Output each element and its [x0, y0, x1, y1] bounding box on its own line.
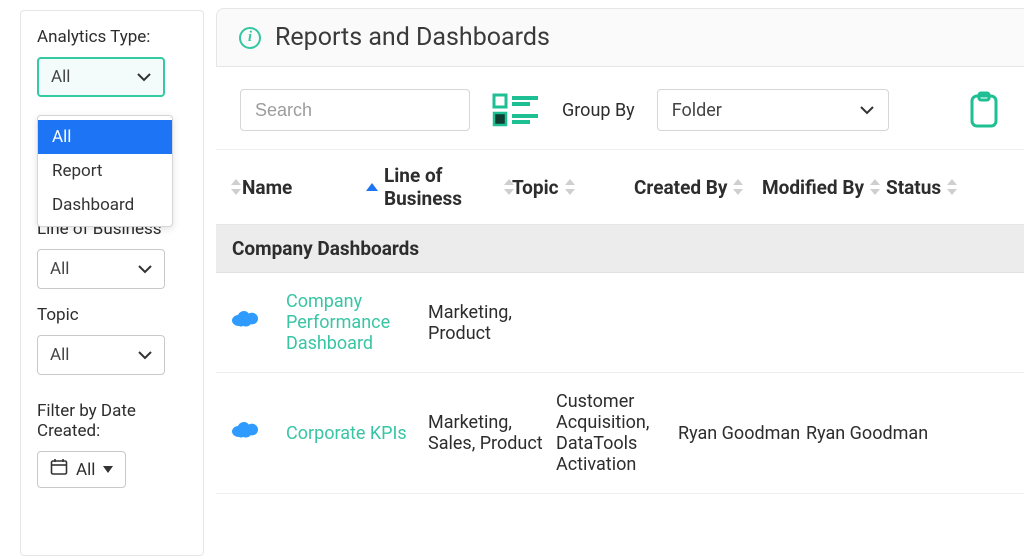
lob-value: All — [50, 259, 69, 279]
col-name[interactable]: Name — [242, 176, 384, 199]
salesforce-cloud-icon — [230, 420, 260, 442]
row-lob: Marketing, Sales, Product — [428, 412, 556, 454]
sort-icon — [565, 179, 575, 195]
dropdown-option-report[interactable]: Report — [38, 154, 172, 188]
sort-icon — [947, 179, 957, 195]
groupby-value: Folder — [672, 100, 722, 121]
calendar-icon — [50, 458, 68, 481]
groupby-select[interactable]: Folder — [657, 89, 889, 131]
row-lob: Marketing, Product — [428, 302, 556, 344]
group-row[interactable]: Company Dashboards — [216, 225, 1024, 273]
row-created-by: Ryan Goodman — [678, 423, 806, 444]
main-panel: i Reports and Dashboards Group By Folder — [216, 0, 1024, 556]
topic-select[interactable]: All — [37, 335, 165, 375]
search-input[interactable] — [240, 89, 470, 131]
date-filter-label: Filter by Date Created: — [37, 401, 187, 441]
page-header: i Reports and Dashboards — [216, 8, 1024, 67]
info-icon[interactable]: i — [239, 27, 261, 49]
topic-label: Topic — [37, 305, 187, 325]
topic-value: All — [50, 345, 69, 365]
sort-icon — [504, 179, 512, 195]
row-name-link[interactable]: Corporate KPIs — [286, 423, 428, 444]
chevron-down-icon — [137, 73, 151, 82]
col-lob[interactable]: Line of Business — [384, 164, 512, 210]
filters-sidebar: Analytics Type: All All Report Dashboard… — [20, 10, 204, 556]
clipboard-icon[interactable] — [968, 91, 1000, 129]
col-topic[interactable]: Topic — [512, 176, 634, 199]
col-type-sort[interactable] — [230, 179, 242, 195]
chevron-down-icon — [138, 265, 152, 274]
chevron-down-icon — [138, 351, 152, 360]
table-row: Corporate KPIs Marketing, Sales, Product… — [216, 373, 1024, 494]
analytics-type-value: All — [51, 67, 70, 87]
toolbar: Group By Folder — [216, 67, 1024, 150]
analytics-type-label: Analytics Type: — [37, 27, 187, 47]
groupby-label: Group By — [562, 100, 635, 121]
col-status[interactable]: Status — [886, 176, 966, 199]
group-view-icon[interactable] — [492, 91, 540, 129]
dropdown-option-all[interactable]: All — [38, 120, 172, 154]
dropdown-option-dashboard[interactable]: Dashboard — [38, 188, 172, 222]
lob-select[interactable]: All — [37, 249, 165, 289]
analytics-type-select[interactable]: All — [37, 57, 165, 97]
sort-icon — [733, 179, 743, 195]
row-name-link[interactable]: Company Performance Dashboard — [286, 291, 428, 354]
col-modified-by[interactable]: Modified By — [762, 176, 886, 199]
sort-icon — [870, 179, 880, 195]
table-row: Company Performance Dashboard Marketing,… — [216, 273, 1024, 373]
date-filter-button[interactable]: All — [37, 451, 126, 488]
analytics-type-dropdown: All Report Dashboard — [37, 115, 173, 227]
page-title: Reports and Dashboards — [275, 23, 550, 52]
sort-asc-icon — [366, 183, 378, 191]
col-created-by[interactable]: Created By — [634, 176, 762, 199]
date-filter-value: All — [76, 460, 95, 480]
chevron-down-icon — [860, 106, 874, 115]
salesforce-cloud-icon — [230, 309, 260, 331]
table-header: Name Line of Business Topic Created By M… — [216, 150, 1024, 225]
row-topic: Customer Acquisition, DataTools Activati… — [556, 391, 678, 475]
row-modified-by: Ryan Goodman — [806, 423, 930, 444]
caret-down-icon — [103, 466, 113, 473]
